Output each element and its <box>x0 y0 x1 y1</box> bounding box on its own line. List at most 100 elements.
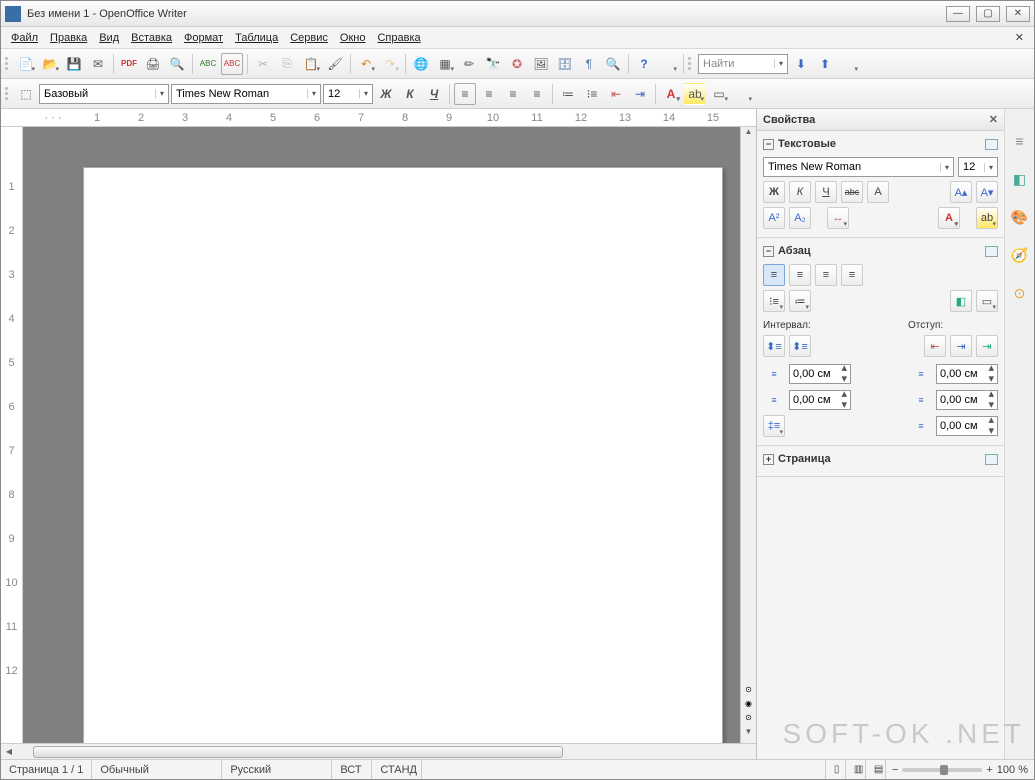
style-combo[interactable]: Базовый▾ <box>39 84 169 104</box>
redo-button[interactable]: ↷▾ <box>379 53 401 75</box>
status-language[interactable]: Русский <box>222 760 332 779</box>
status-style[interactable]: Обычный <box>92 760 222 779</box>
sb-space-inc[interactable]: ⬍≡ <box>763 335 785 357</box>
tab-gallery-icon[interactable]: 🎨 <box>1008 205 1032 229</box>
zoom-value[interactable]: 100 % <box>997 764 1028 776</box>
sb-hanging[interactable]: ⇥ <box>976 335 998 357</box>
sb-grow-button[interactable]: A▴ <box>950 181 972 203</box>
nav-next-button[interactable]: ⊙ <box>741 713 756 727</box>
sb-align-justify[interactable]: ≡ <box>841 264 863 286</box>
align-left-button[interactable]: ≡ <box>454 83 476 105</box>
scroll-down-button[interactable]: ▼ <box>741 727 756 743</box>
font-color-button[interactable]: A▾ <box>660 83 682 105</box>
sb-highlight-button[interactable]: ab▾ <box>976 207 998 229</box>
print-button[interactable]: 🖨 <box>142 53 164 75</box>
find-button[interactable]: 🔭 <box>482 53 504 75</box>
gallery-button[interactable]: 🖼 <box>530 53 552 75</box>
nonprint-button[interactable]: ¶ <box>578 53 600 75</box>
sb-firstline-indent[interactable]: 0,00 см▴▾ <box>936 416 998 436</box>
draw-button[interactable]: ✏ <box>458 53 480 75</box>
para-more-icon[interactable] <box>985 246 998 257</box>
save-button[interactable]: 💾 <box>63 53 85 75</box>
text-section-toggle[interactable]: − <box>763 139 774 150</box>
zoom-in-button[interactable]: + <box>986 764 992 776</box>
close-button[interactable]: ✕ <box>1006 6 1030 22</box>
fmt-handle[interactable] <box>5 83 11 105</box>
table-button[interactable]: ▦▾ <box>434 53 456 75</box>
tab-styles-icon[interactable]: ◧ <box>1008 167 1032 191</box>
toolbar-more[interactable]: ▾ <box>657 53 679 75</box>
sb-space-below[interactable]: 0,00 см▴▾ <box>789 390 851 410</box>
datasource-button[interactable]: 🗄 <box>554 53 576 75</box>
align-justify-button[interactable]: ≡ <box>526 83 548 105</box>
section-more-icon[interactable] <box>985 139 998 150</box>
format-paint-button[interactable]: 🖌 <box>324 53 346 75</box>
sb-font-combo[interactable]: Times New Roman▾ <box>763 157 954 177</box>
pdf-export-button[interactable]: PDF <box>118 53 140 75</box>
indent-inc-button[interactable]: ⇥ <box>629 83 651 105</box>
styles-button[interactable]: ⬚ <box>15 83 37 105</box>
bgcolor-button[interactable]: ▭▾ <box>708 83 730 105</box>
find-prev-button[interactable]: ⬆ <box>814 53 836 75</box>
page-section-toggle[interactable]: + <box>763 454 774 465</box>
menu-tools[interactable]: Сервис <box>284 30 334 46</box>
nav-select-button[interactable]: ◉ <box>741 699 756 713</box>
maximize-button[interactable]: ▢ <box>976 6 1000 22</box>
bullets-button[interactable]: ⁝≡ <box>581 83 603 105</box>
sb-indent-right[interactable]: 0,00 см▴▾ <box>936 390 998 410</box>
sb-indent-inc[interactable]: ⇥ <box>950 335 972 357</box>
sb-spacing-button[interactable]: ↔▾ <box>827 207 849 229</box>
help-button[interactable]: ? <box>633 53 655 75</box>
sb-bullets[interactable]: ⁝≡▾ <box>763 290 785 312</box>
navigator-button[interactable]: ✪ <box>506 53 528 75</box>
find-more[interactable]: ▾ <box>838 53 860 75</box>
page-more-icon[interactable] <box>985 454 998 465</box>
sb-bold-button[interactable]: Ж <box>763 181 785 203</box>
status-page[interactable]: Страница 1 / 1 <box>1 760 92 779</box>
sb-numbering[interactable]: ≔▾ <box>789 290 811 312</box>
indent-dec-button[interactable]: ⇤ <box>605 83 627 105</box>
menu-help[interactable]: Справка <box>371 30 426 46</box>
email-button[interactable]: ✉ <box>87 53 109 75</box>
sb-align-right[interactable]: ≡ <box>815 264 837 286</box>
zoom-out-button[interactable]: − <box>892 764 898 776</box>
cut-button[interactable]: ✂ <box>252 53 274 75</box>
preview-button[interactable]: 🔍 <box>166 53 188 75</box>
horizontal-ruler[interactable]: · · · 12 34 56 78 910 1112 1314 15 <box>1 109 756 127</box>
sb-shrink-button[interactable]: A▾ <box>976 181 998 203</box>
spellcheck-button[interactable]: ABC <box>197 53 219 75</box>
menu-insert[interactable]: Вставка <box>125 30 178 46</box>
minimize-button[interactable]: — <box>946 6 970 22</box>
document-page[interactable] <box>83 167 723 743</box>
font-combo[interactable]: Times New Roman▾ <box>171 84 321 104</box>
status-insert[interactable]: ВСТ <box>332 760 372 779</box>
open-button[interactable]: 📂▾ <box>39 53 61 75</box>
new-doc-button[interactable]: 📄▾ <box>15 53 37 75</box>
status-selection[interactable]: СТАНД <box>372 760 422 779</box>
sb-fontcolor-button[interactable]: A▾ <box>938 207 960 229</box>
tab-navigator-icon[interactable]: 🧭 <box>1008 243 1032 267</box>
size-combo[interactable]: 12▾ <box>323 84 373 104</box>
menu-window[interactable]: Окно <box>334 30 372 46</box>
horizontal-scrollbar[interactable]: ◀ <box>1 743 756 759</box>
sb-indent-left[interactable]: 0,00 см▴▾ <box>936 364 998 384</box>
nav-prev-button[interactable]: ⊙ <box>741 685 756 699</box>
bold-button[interactable]: Ж <box>375 83 397 105</box>
menu-file[interactable]: Файл <box>5 30 44 46</box>
sb-linespacing[interactable]: ‡≡▾ <box>763 415 785 437</box>
autospell-button[interactable]: ABC <box>221 53 243 75</box>
sb-space-dec[interactable]: ⬍≡ <box>789 335 811 357</box>
fmt-more[interactable]: ▾ <box>732 83 754 105</box>
para-section-toggle[interactable]: − <box>763 246 774 257</box>
sb-border[interactable]: ▭▾ <box>976 290 998 312</box>
zoom-slider[interactable] <box>902 768 982 772</box>
sb-indent-dec[interactable]: ⇤ <box>924 335 946 357</box>
italic-button[interactable]: К <box>399 83 421 105</box>
find-next-button[interactable]: ⬇ <box>790 53 812 75</box>
sb-align-left[interactable]: ≡ <box>763 264 785 286</box>
undo-button[interactable]: ↶▾ <box>355 53 377 75</box>
view-book-icon[interactable]: ▤ <box>866 760 886 779</box>
sb-super-button[interactable]: A² <box>763 207 785 229</box>
sb-strike-button[interactable]: abc <box>841 181 863 203</box>
sb-underline-button[interactable]: Ч <box>815 181 837 203</box>
